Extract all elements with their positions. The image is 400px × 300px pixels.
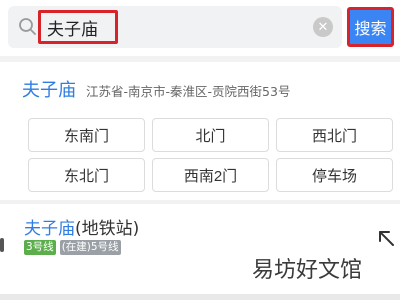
- entrance-button[interactable]: 停车场: [276, 158, 393, 192]
- entrance-button[interactable]: 北门: [152, 118, 269, 152]
- metro-line-tags: 3号线 (在建)5号线: [24, 240, 121, 255]
- search-box[interactable]: 夫子庙 ✕: [8, 6, 342, 48]
- result-name[interactable]: 夫子庙(地铁站): [24, 214, 139, 239]
- arrow-up-left-icon[interactable]: [376, 228, 396, 248]
- result-card[interactable]: 夫子庙 江苏省-南京市-秦淮区-贡院西街53号 东南门 北门 西北门 东北门 西…: [0, 62, 400, 200]
- entrance-button[interactable]: 西北门: [276, 118, 393, 152]
- watermark: 易坊好文馆: [252, 258, 363, 283]
- clear-icon[interactable]: ✕: [313, 17, 333, 37]
- search-header: 夫子庙 ✕ 搜索: [0, 0, 400, 56]
- entrance-button[interactable]: 东北门: [28, 158, 145, 192]
- metro-line-badge: 3号线: [24, 240, 56, 255]
- search-button[interactable]: 搜索: [347, 7, 394, 47]
- entrance-grid: 东南门 北门 西北门 东北门 西南2门 停车场: [28, 118, 393, 192]
- next-result-edge: [0, 294, 400, 300]
- entrance-button[interactable]: 西南2门: [152, 158, 269, 192]
- result-name-highlight: 夫子庙: [24, 219, 75, 239]
- search-icon: [18, 17, 38, 37]
- scroll-edge-marker: [0, 238, 4, 252]
- search-input[interactable]: 夫子庙: [38, 10, 118, 44]
- entrance-button[interactable]: 东南门: [28, 118, 145, 152]
- metro-line-badge: (在建)5号线: [59, 240, 121, 255]
- result-address: 江苏省-南京市-秦淮区-贡院西街53号: [86, 84, 291, 99]
- result-name-suffix: (地铁站): [75, 219, 140, 239]
- result-title-row: 夫子庙 江苏省-南京市-秦淮区-贡院西街53号: [22, 76, 290, 102]
- result-name[interactable]: 夫子庙: [22, 76, 76, 102]
